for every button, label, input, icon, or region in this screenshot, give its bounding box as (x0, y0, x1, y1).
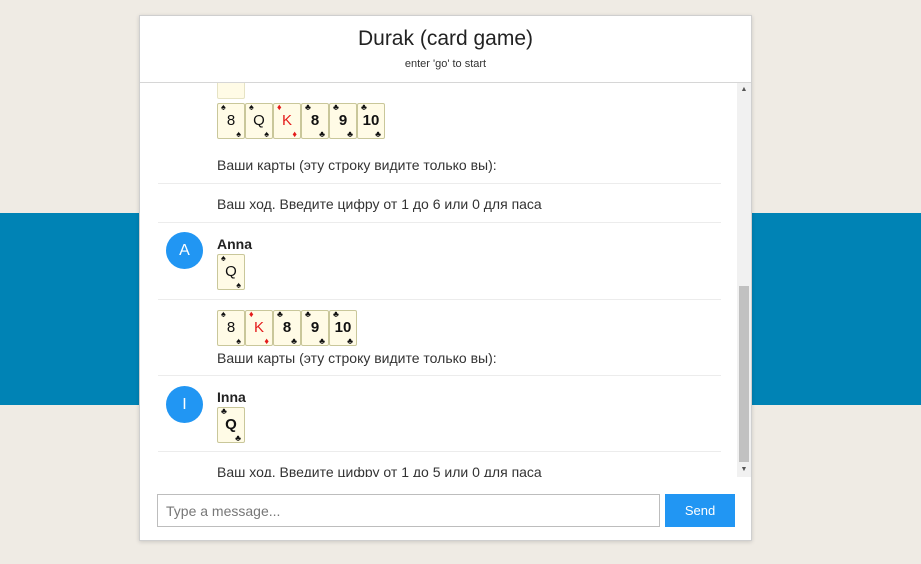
card-row: ♣ Q ♣ (217, 406, 245, 443)
playing-card: ♣ 8 ♣ (273, 309, 301, 346)
card-row: ♠ Q ♠ (217, 253, 245, 290)
suit-icon: ♦ (277, 102, 282, 112)
page-title: Durak (card game) (357, 27, 534, 50)
message-list[interactable]: ♠ 8 ♠ ♠ Q ♠ ♦ K ♦ ♣ 8 ♣ ♣ 9 ♣ ♣ 10 ♣ Ваши карты (эту стро… (140, 83, 751, 477)
suit-icon: ♠ (221, 253, 226, 263)
list-item: A Anna ♠ Q ♠ (158, 223, 721, 300)
playing-card: ♦ K ♦ (273, 102, 301, 139)
list-item: ♠ 8 ♠ ♠ Q ♠ ♦ K ♦ ♣ 8 ♣ ♣ 9 ♣ ♣ 10 ♣ Ваши карты (эту стро… (158, 83, 721, 184)
suit-icon: ♣ (347, 336, 353, 346)
suit-icon: ♦ (249, 309, 254, 319)
list-item: I Inna ♣ Q ♣ (158, 376, 721, 452)
playing-card: ♣ 9 ♣ (301, 309, 329, 346)
playing-card: ♣ 9 ♣ (329, 102, 357, 139)
message-text: Ваши карты (эту строку видите только вы)… (217, 157, 497, 173)
message-text: Ваш ход. Введите цифру от 1 до 6 или 0 д… (217, 196, 542, 212)
suit-icon: ♣ (291, 336, 297, 346)
composer: Send (140, 477, 751, 541)
card-row: ♠ 8 ♠ ♠ Q ♠ ♦ K ♦ ♣ 8 ♣ ♣ 9 ♣ ♣ 10 ♣ (217, 102, 385, 139)
card-rank: 8 (282, 319, 292, 336)
card-rank: K (281, 112, 292, 129)
playing-card: ♣ 10 ♣ (357, 102, 385, 139)
scrollbar-thumb[interactable] (739, 286, 749, 462)
card-rank: 10 (362, 112, 380, 129)
suit-icon: ♠ (221, 309, 226, 319)
card-rank: 8 (226, 319, 236, 336)
suit-icon: ♣ (375, 129, 381, 139)
suit-icon: ♣ (221, 406, 227, 416)
suit-icon: ♠ (236, 129, 241, 139)
message-author: Inna (217, 389, 246, 405)
scrollbar[interactable]: ▲ ▼ (737, 83, 751, 477)
avatar: I (166, 386, 203, 423)
suit-icon: ♣ (277, 309, 283, 319)
card-rank: K (253, 319, 264, 336)
card-rank: 8 (310, 112, 320, 129)
card-rank: 9 (338, 112, 348, 129)
scroll-down-arrow-icon[interactable]: ▼ (737, 463, 751, 477)
list-item: ♠ 8 ♠ ♦ K ♦ ♣ 8 ♣ ♣ 9 ♣ ♣ 10 ♣ Ваши карты (эту строку … (158, 300, 721, 376)
playing-card: ♠ 8 ♠ (217, 309, 245, 346)
scroll-up-arrow-icon[interactable]: ▲ (737, 83, 751, 97)
suit-icon: ♣ (333, 102, 339, 112)
suit-icon: ♠ (249, 102, 254, 112)
chat-header: Durak (card game) enter 'go' to start (140, 16, 751, 83)
playing-card: ♠ Q ♠ (245, 102, 273, 139)
suit-icon: ♠ (236, 280, 241, 290)
message-text: Ваш ход. Введите цифру от 1 до 5 или 0 д… (217, 464, 542, 477)
chat-window: Durak (card game) enter 'go' to start ♠ 8… (139, 15, 752, 541)
suit-icon: ♣ (347, 129, 353, 139)
list-item: Ваш ход. Введите цифру от 1 до 5 или 0 д… (158, 452, 721, 477)
playing-card: ♠ Q ♠ (217, 253, 245, 290)
avatar: A (166, 232, 203, 269)
card-rank: Q (253, 112, 265, 129)
message-text: Ваши карты (эту строку видите только вы)… (217, 350, 497, 366)
suit-icon: ♣ (361, 102, 367, 112)
playing-card: ♠ 8 ♠ (217, 102, 245, 139)
card-rank: 8 (226, 112, 236, 129)
card-row: ♠ 8 ♠ ♦ K ♦ ♣ 8 ♣ ♣ 9 ♣ ♣ 10 ♣ (217, 309, 357, 346)
message-input[interactable] (157, 494, 660, 527)
list-item: Ваш ход. Введите цифру от 1 до 6 или 0 д… (158, 184, 721, 223)
playing-card: ♦ K ♦ (245, 309, 273, 346)
card-rank: 9 (310, 319, 320, 336)
playing-card: ♣ 10 ♣ (329, 309, 357, 346)
suit-icon: ♠ (264, 129, 269, 139)
suit-icon: ♣ (305, 309, 311, 319)
suit-icon: ♠ (221, 102, 226, 112)
suit-icon: ♦ (292, 129, 297, 139)
suit-icon: ♠ (236, 336, 241, 346)
send-button[interactable]: Send (665, 494, 735, 527)
playing-card: ♣ 8 ♣ (301, 102, 329, 139)
suit-icon: ♣ (305, 102, 311, 112)
suit-icon: ♣ (319, 336, 325, 346)
suit-icon: ♣ (235, 433, 241, 443)
card-rank: Q (225, 263, 237, 280)
suit-icon: ♦ (264, 336, 269, 346)
suit-icon: ♣ (319, 129, 325, 139)
card-rank: Q (225, 416, 237, 433)
suit-icon: ♣ (333, 309, 339, 319)
card-rank: 10 (334, 319, 352, 336)
message-author: Anna (217, 236, 252, 252)
playing-card: ♣ Q ♣ (217, 406, 245, 443)
page-subtitle: enter 'go' to start (404, 58, 487, 70)
